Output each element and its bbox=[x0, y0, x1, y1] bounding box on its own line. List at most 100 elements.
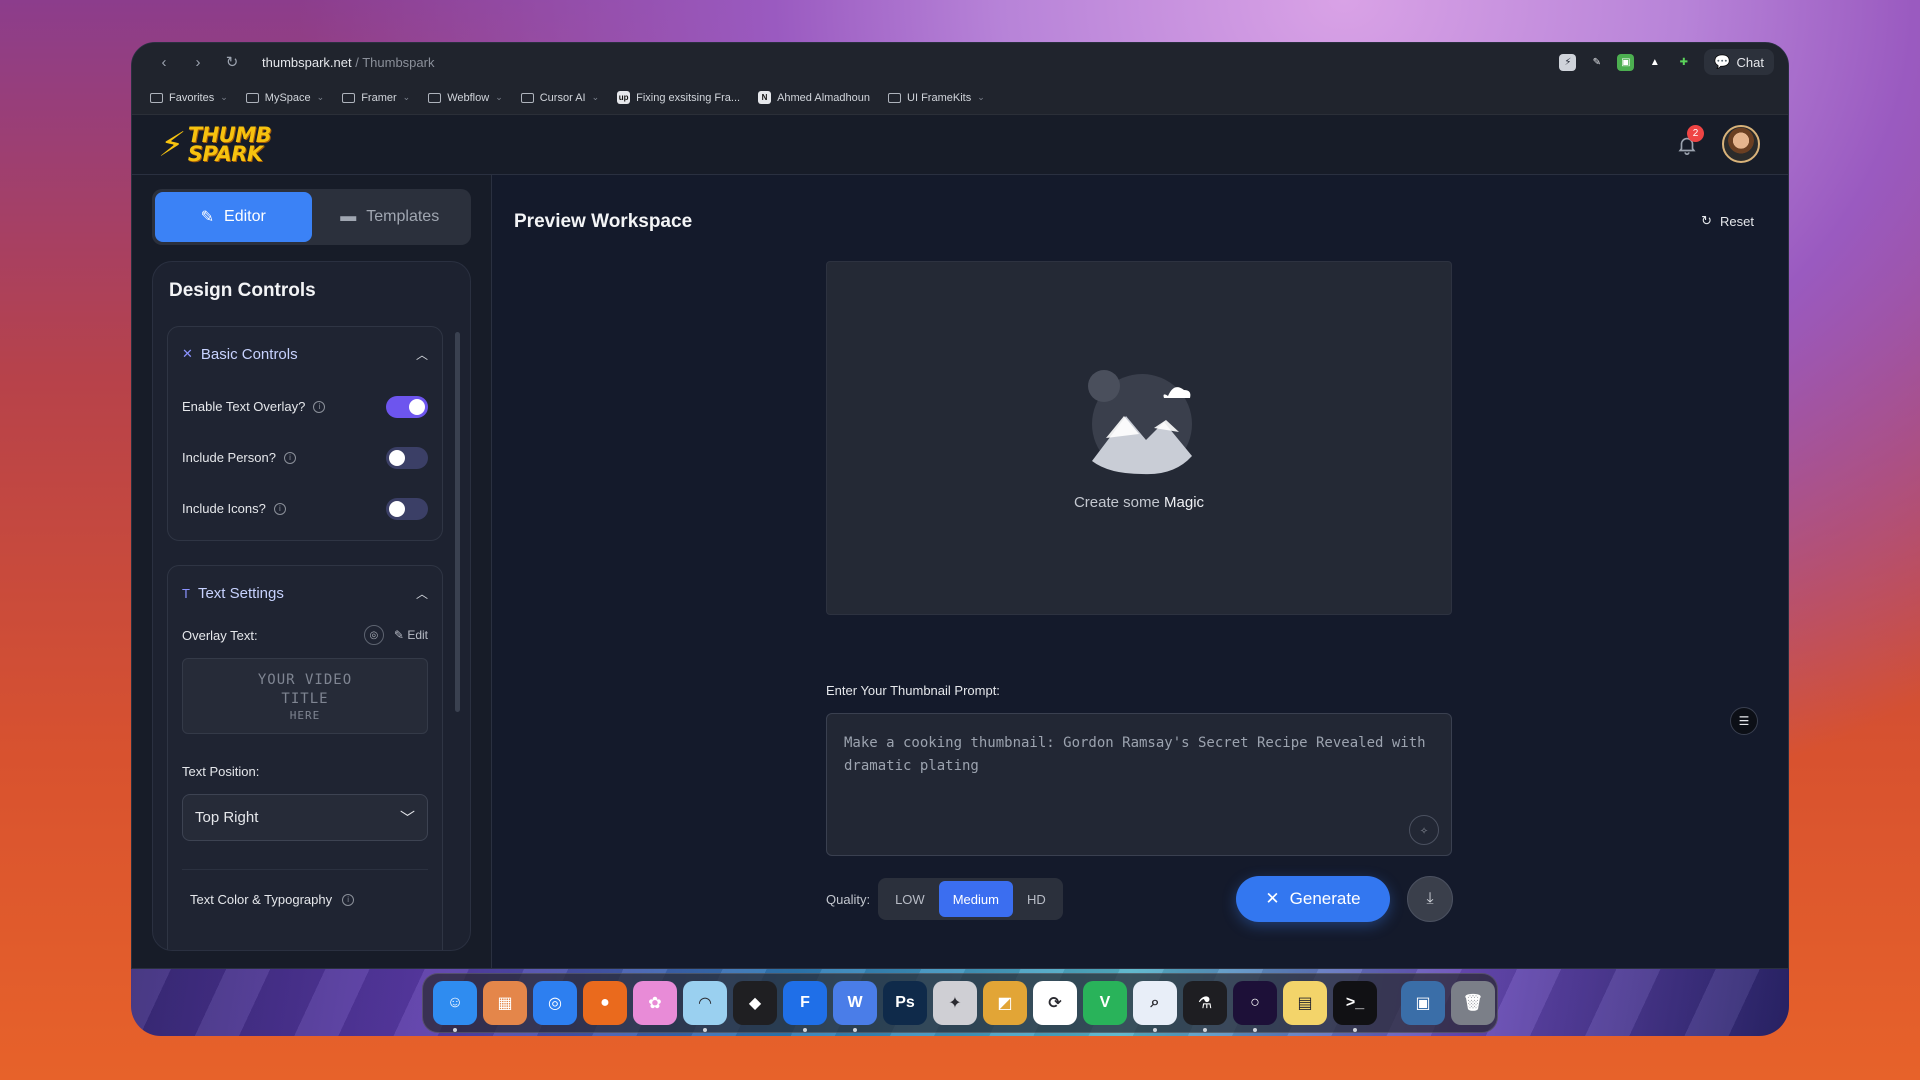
reload-icon[interactable]: ↻ bbox=[220, 50, 244, 74]
typography-row[interactable]: Text Color & Typography i bbox=[182, 869, 428, 929]
placeholder-text: Create some Magic bbox=[1074, 494, 1204, 511]
text-settings-header[interactable]: T Text Settings ︿ bbox=[182, 566, 428, 620]
chevron-down-icon: ⌄ bbox=[977, 92, 985, 102]
bookmark-item[interactable]: Favorites ⌄ bbox=[150, 92, 228, 104]
download-button[interactable]: ⤓ bbox=[1407, 876, 1453, 922]
vectorize-icon[interactable]: V bbox=[1083, 981, 1127, 1025]
toggle-row-person: Include Person? i bbox=[182, 432, 428, 483]
info-icon[interactable]: i bbox=[313, 400, 326, 413]
puzzle-icon[interactable]: ✚ bbox=[1675, 54, 1692, 71]
edit-button[interactable]: ✎ Edit bbox=[394, 628, 428, 642]
search-icon[interactable]: ⌕ bbox=[1133, 981, 1177, 1032]
framer-icon[interactable]: F bbox=[783, 981, 827, 1032]
magic-enhance-icon[interactable]: ✧ bbox=[1409, 815, 1439, 845]
running-indicator bbox=[1353, 1028, 1357, 1032]
quality-medium[interactable]: Medium bbox=[938, 881, 1013, 917]
info-icon[interactable]: i bbox=[342, 893, 355, 906]
site-favicon-icon: up bbox=[617, 91, 631, 104]
overlay-line-1: YOUR VIDEO bbox=[257, 671, 353, 688]
back-icon[interactable]: ‹ bbox=[152, 50, 176, 74]
monitor-icon[interactable]: ▣ bbox=[1401, 981, 1445, 1025]
launchpad-icon[interactable]: ▦ bbox=[483, 981, 527, 1025]
settings-float-icon[interactable]: ☰ bbox=[1730, 707, 1758, 735]
bookmark-label: Cursor AI bbox=[539, 91, 586, 104]
pixelmator-icon[interactable]: ✿ bbox=[633, 981, 677, 1025]
palette-icon[interactable]: ✦ bbox=[933, 981, 977, 1025]
bookmark-item[interactable]: UI FrameKits ⌄ bbox=[888, 92, 985, 104]
bookmark-item[interactable]: MySpace ⌄ bbox=[245, 91, 324, 104]
quality-low[interactable]: LOW bbox=[881, 881, 939, 917]
photoshop-icon[interactable]: Ps bbox=[883, 981, 927, 1025]
url-field[interactable]: thumbspark.net / Thumbspark bbox=[262, 55, 434, 70]
webflow-icon[interactable]: W bbox=[833, 981, 877, 1032]
include-person-toggle[interactable] bbox=[386, 446, 428, 469]
download-icon: ⤓ bbox=[1426, 890, 1434, 907]
thumbspark-logo[interactable]: ⚡ THUMB SPARK bbox=[156, 124, 272, 166]
browser-window: ‹ › ↻ thumbspark.net / Thumbspark ⚡ ✎ ▣ … bbox=[131, 42, 1789, 969]
tab-templates-label: Templates bbox=[366, 208, 440, 225]
reset-button[interactable]: ↻ Reset bbox=[1701, 213, 1754, 229]
extension-icon[interactable]: ⚡ bbox=[1559, 53, 1577, 71]
info-icon[interactable]: i bbox=[273, 502, 286, 515]
bookmark-label: MySpace bbox=[264, 91, 311, 104]
eyedropper-icon[interactable]: ✎ bbox=[1588, 54, 1605, 71]
logo-line-2: SPARK bbox=[187, 141, 263, 166]
flask-icon[interactable]: ⚗ bbox=[1183, 981, 1227, 1032]
chevron-down-icon: ﹀ bbox=[399, 810, 415, 827]
extension-triangle-icon[interactable]: ▲ bbox=[1646, 54, 1663, 71]
tab-templates[interactable]: ▬ Templates bbox=[312, 192, 469, 242]
terminal-icon[interactable]: >_ bbox=[1333, 981, 1377, 1032]
wand-icon: ✕ bbox=[182, 346, 193, 361]
preview-icon[interactable]: ◩ bbox=[983, 981, 1027, 1025]
finder-icon[interactable]: ☺ bbox=[433, 981, 477, 1032]
instagram-icon[interactable]: ◎ bbox=[363, 625, 384, 645]
chevron-up-icon[interactable]: ︿ bbox=[416, 346, 428, 363]
chevron-down-icon: ⌄ bbox=[591, 92, 600, 102]
prompt-textarea[interactable]: Make a cooking thumbnail: Gordon Ramsay'… bbox=[826, 713, 1452, 856]
text-position-select[interactable]: Top Right ﹀ bbox=[182, 794, 428, 841]
notes-icon[interactable]: ▤ bbox=[1283, 981, 1327, 1025]
placeholder-emphasis: Magic bbox=[1164, 493, 1205, 511]
firefox-icon[interactable]: ● bbox=[583, 981, 627, 1025]
forward-icon[interactable]: › bbox=[186, 50, 210, 74]
include-icons-toggle[interactable] bbox=[386, 497, 428, 520]
extension-green-icon[interactable]: ▣ bbox=[1617, 53, 1635, 71]
url-page-title: Thumbspark bbox=[362, 54, 435, 70]
bolt-icon: ⚡ bbox=[156, 125, 188, 164]
overlay-text-preview[interactable]: YOUR VIDEO TITLE HERE bbox=[182, 658, 428, 734]
quality-hd[interactable]: HD bbox=[1013, 881, 1060, 917]
bookmark-item[interactable]: N Ahmed Almadhoun bbox=[758, 91, 870, 104]
bookmarks-bar: Favorites ⌄ MySpace ⌄ Framer ⌄ Webflow ⌄ Cursor … bbox=[132, 81, 1788, 115]
arc-icon[interactable]: ◠ bbox=[683, 981, 727, 1032]
text-overlay-toggle[interactable] bbox=[386, 395, 428, 418]
placeholder-prefix: Create some bbox=[1073, 493, 1165, 511]
basic-controls-header[interactable]: ✕ Basic Controls ︿ bbox=[182, 327, 428, 381]
chevron-up-icon[interactable]: ︿ bbox=[416, 585, 428, 602]
quality-label: Quality: bbox=[826, 891, 871, 907]
bookmark-item[interactable]: Webflow ⌄ bbox=[428, 92, 503, 104]
running-indicator bbox=[853, 1028, 857, 1032]
chat-bubble-icon: 💬 bbox=[1714, 54, 1731, 69]
text-settings-title: Text Settings bbox=[197, 584, 284, 602]
generate-button[interactable]: ✕ Generate bbox=[1236, 876, 1390, 922]
orb-icon[interactable]: ○ bbox=[1233, 981, 1277, 1032]
unity-icon[interactable]: ◆ bbox=[733, 981, 777, 1025]
running-indicator bbox=[453, 1028, 457, 1032]
tab-editor[interactable]: ✎ Editor bbox=[155, 192, 312, 242]
reset-icon: ↻ bbox=[1701, 213, 1713, 228]
info-icon[interactable]: i bbox=[283, 451, 296, 464]
bookmark-item[interactable]: Framer ⌄ bbox=[342, 92, 410, 104]
folder-icon bbox=[342, 92, 356, 103]
trash-icon[interactable]: 🗑 bbox=[1451, 981, 1495, 1025]
extensions-bar: ⚡ ✎ ▣ ▲ ✚ 💬 Chat bbox=[1559, 49, 1774, 75]
avatar[interactable] bbox=[1722, 125, 1760, 163]
panel-scrollbar[interactable] bbox=[455, 332, 460, 712]
chevron-down-icon: ⌄ bbox=[495, 92, 503, 102]
sync-icon[interactable]: ⟳ bbox=[1033, 981, 1077, 1025]
chat-button[interactable]: 💬 Chat bbox=[1704, 49, 1774, 75]
safari-icon[interactable]: ◎ bbox=[533, 981, 577, 1025]
running-indicator bbox=[1203, 1028, 1207, 1032]
bookmark-item[interactable]: up Fixing exsitsing Fra... bbox=[617, 91, 740, 104]
bookmark-item[interactable]: Cursor AI ⌄ bbox=[520, 91, 600, 104]
quality-selector: Quality: LOW Medium HD bbox=[826, 878, 1063, 920]
